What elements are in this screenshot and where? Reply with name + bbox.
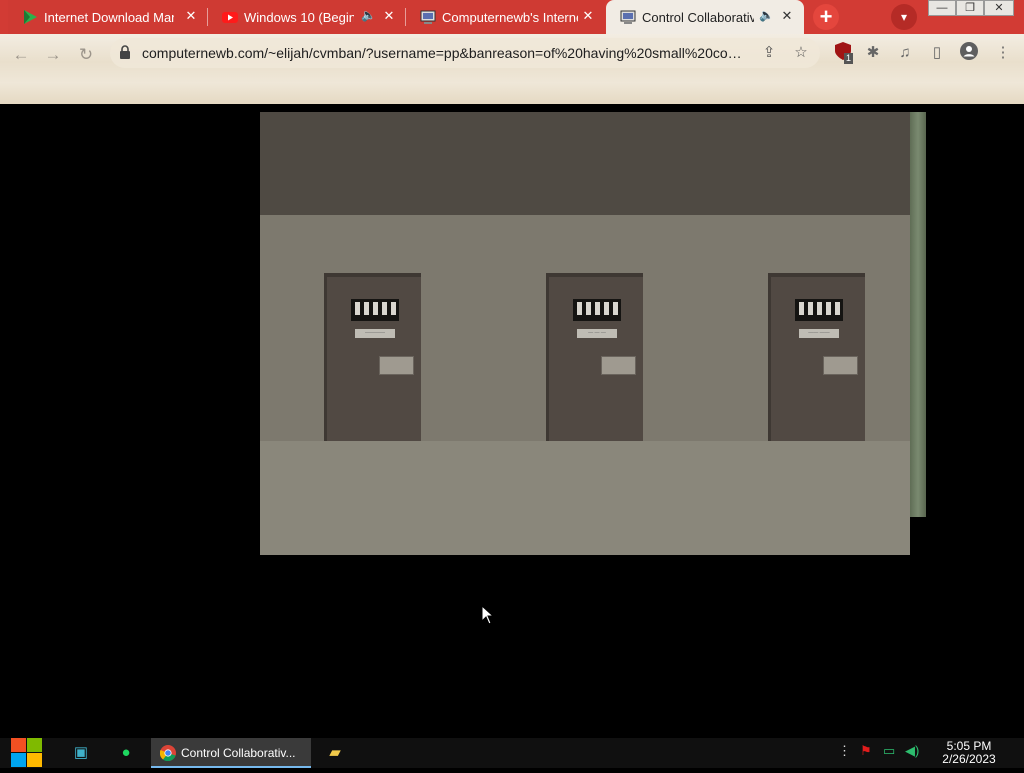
profile-avatar-icon[interactable] — [958, 42, 980, 64]
door-food-slot — [823, 356, 858, 375]
minimize-button[interactable]: — — [928, 0, 956, 16]
back-button[interactable]: ← — [8, 42, 34, 68]
tab-internet-download-manager[interactable]: Internet Download Mana ✕ — [8, 0, 208, 34]
lock-icon — [120, 45, 130, 59]
door-food-slot — [601, 356, 636, 375]
reload-icon: ↻ — [78, 45, 94, 64]
cell-door-1[interactable]: ———— — [324, 273, 421, 441]
network-icon[interactable]: ▭ — [883, 743, 895, 759]
speaker-icon[interactable]: 🔈 — [361, 8, 376, 22]
taskbar: ▣ ● Control Collaborativ... ▰ ⋮ ⚑ ▭ ◀) 5… — [0, 738, 1024, 768]
side-panel-icon[interactable]: ▯ — [926, 42, 948, 64]
cell-door-3[interactable]: —— —— — [768, 273, 865, 441]
idm-icon — [24, 10, 37, 24]
close-tab-icon[interactable]: ✕ — [579, 7, 597, 25]
system-clock[interactable]: 5:05 PM 2/26/2023 — [938, 740, 1000, 766]
address-bar[interactable]: computernewb.com/~elijah/cvmban/?usernam… — [110, 38, 820, 68]
clock-date: 2/26/2023 — [942, 752, 996, 766]
ceiling — [260, 112, 910, 215]
tab-computernewb[interactable]: Computernewb's Interne ✕ — [406, 0, 605, 34]
url-text[interactable]: computernewb.com/~elijah/cvmban/?usernam… — [142, 45, 752, 61]
media-control-icon[interactable]: ♫ — [894, 42, 916, 64]
taskbar-app-chrome[interactable]: Control Collaborativ... — [151, 738, 311, 768]
tab-title: Windows 10 (Begin — [244, 10, 354, 25]
close-tab-icon[interactable]: ✕ — [182, 7, 200, 25]
volume-icon[interactable]: ◀) — [905, 743, 919, 759]
door-window-bars — [795, 299, 843, 321]
extension-badge: 1 — [844, 53, 854, 64]
windows-logo-icon — [11, 738, 42, 767]
door-nameplate: ———— — [355, 329, 395, 338]
computer-icon — [620, 10, 636, 24]
file-explorer-icon[interactable]: ▰ — [324, 742, 346, 764]
game-canvas[interactable]: ———— — — — —— —— — [260, 112, 910, 555]
new-tab-button[interactable]: + — [813, 4, 839, 30]
door-food-slot — [379, 356, 414, 375]
reload-button[interactable]: ↻ — [73, 42, 99, 68]
flag-icon[interactable]: ⚑ — [860, 743, 872, 759]
door-nameplate: —— —— — [799, 329, 839, 338]
spotify-icon[interactable]: ● — [115, 742, 137, 764]
avatar — [960, 42, 978, 60]
back-arrow-icon: ← — [12, 45, 30, 64]
cell-door-2[interactable]: — — — — [546, 273, 643, 441]
share-icon[interactable]: ⇪ — [758, 42, 780, 64]
tab-strip: Internet Download Mana ✕ Windows 10 (Beg… — [0, 0, 1024, 34]
computer-icon — [420, 10, 436, 24]
bookmark-star-icon[interactable]: ☆ — [790, 42, 812, 64]
task-view-icon[interactable]: ▣ — [70, 742, 92, 764]
close-tab-icon[interactable]: ✕ — [380, 7, 398, 25]
close-tab-icon[interactable]: ✕ — [778, 7, 796, 25]
door-window-bars — [351, 299, 399, 321]
tab-search-button[interactable]: ▾ — [891, 4, 917, 30]
chevron-down-icon: ▾ — [900, 10, 908, 24]
tab-youtube-windows-10[interactable]: Windows 10 (Begin 🔈 ✕ — [208, 0, 406, 34]
floor — [260, 441, 910, 555]
close-window-button[interactable]: ✕ — [984, 0, 1014, 16]
speaker-icon[interactable]: 🔈 — [759, 8, 774, 22]
menu-kebab-icon[interactable]: ⋮ — [992, 42, 1014, 64]
tab-title: Computernewb's Interne — [442, 10, 578, 25]
tab-title: Control Collaborativ — [642, 10, 754, 25]
browser-toolbar: ← → ↻ computernewb.com/~elijah/cvmban/?u… — [0, 34, 1024, 104]
door-nameplate: — — — — [577, 329, 617, 338]
forward-button[interactable]: → — [40, 42, 66, 68]
ublock-extension-icon[interactable]: 1 — [832, 42, 854, 64]
side-wall-edge — [910, 112, 926, 517]
door-window-bars — [573, 299, 621, 321]
forward-arrow-icon: → — [44, 45, 62, 64]
restore-button[interactable]: ❐ — [956, 0, 984, 16]
chrome-icon — [160, 745, 176, 761]
tray-overflow-icon[interactable]: ⋮ — [838, 743, 851, 759]
start-button[interactable] — [10, 738, 44, 768]
youtube-icon — [222, 12, 238, 23]
extensions-puzzle-icon[interactable]: ✱ — [862, 42, 884, 64]
taskbar-app-label: Control Collaborativ... — [181, 746, 296, 760]
mouse-cursor-icon — [481, 605, 495, 625]
tab-title: Internet Download Mana — [44, 10, 174, 25]
tab-control-collaborative[interactable]: Control Collaborativ 🔈 ✕ — [606, 0, 804, 34]
